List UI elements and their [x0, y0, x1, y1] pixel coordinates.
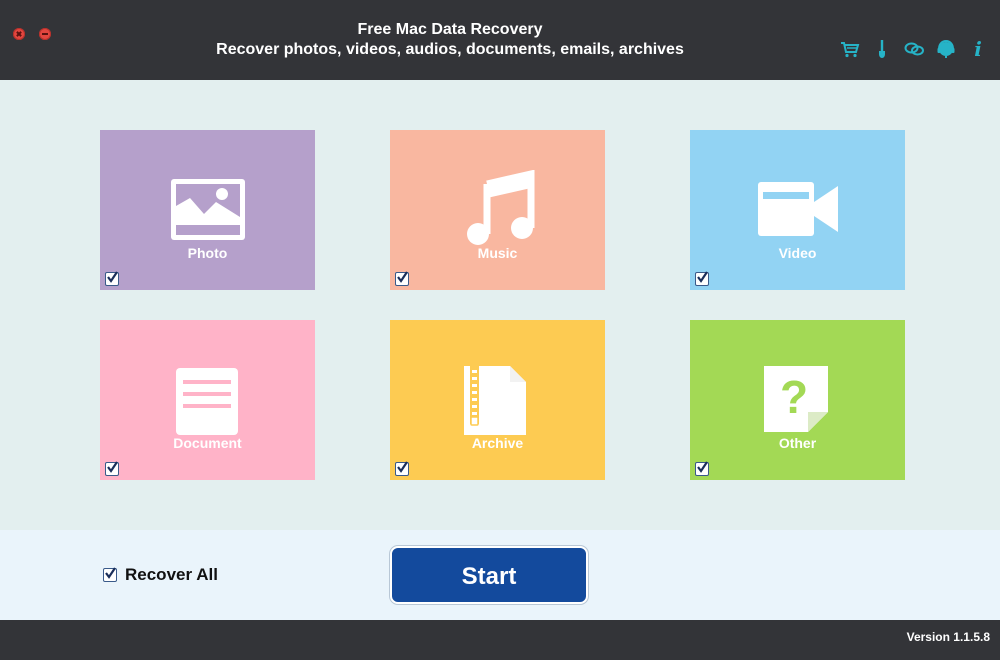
tile-video[interactable]: Video [690, 130, 905, 290]
support-icon[interactable] [936, 39, 956, 59]
tile-other[interactable]: ? Other [690, 320, 905, 480]
other-checkbox[interactable] [695, 461, 709, 476]
video-checkbox[interactable] [695, 271, 709, 286]
tile-label: Archive [471, 435, 524, 451]
document-icon [175, 368, 238, 435]
chat-icon[interactable] [904, 39, 924, 59]
window-title-block: Free Mac Data Recovery Recover photos, v… [0, 20, 900, 60]
app-subtitle: Recover photos, videos, audios, document… [216, 41, 684, 58]
photo-checkbox[interactable] [105, 271, 119, 286]
recover-all-option[interactable]: Recover All [103, 565, 218, 584]
tile-archive[interactable]: Archive [390, 320, 605, 480]
photo-icon [170, 179, 245, 240]
recover-all-checkbox[interactable] [103, 567, 117, 582]
question-file-icon: ? [763, 366, 828, 432]
app-title: Free Mac Data Recovery [357, 21, 543, 38]
status-bar: Version 1.1.5.8 [0, 620, 1000, 660]
recover-all-label: Recover All [125, 565, 218, 584]
document-checkbox[interactable] [105, 461, 119, 476]
svg-text:?: ? [779, 371, 807, 423]
version-label: Version 1.1.5.8 [906, 630, 990, 644]
toolbar: i [840, 38, 988, 60]
tile-label: Music [477, 245, 518, 261]
archive-checkbox[interactable] [395, 461, 409, 476]
info-icon[interactable]: i [968, 39, 988, 59]
brush-icon[interactable] [872, 39, 892, 59]
tile-label: Photo [187, 245, 228, 261]
music-checkbox[interactable] [395, 271, 409, 286]
title-bar: Free Mac Data Recovery Recover photos, v… [0, 0, 1000, 80]
tile-label: Video [778, 245, 817, 261]
start-button[interactable]: Start [390, 546, 588, 604]
tile-label: Other [778, 435, 817, 451]
tile-label: Document [173, 435, 242, 451]
tile-document[interactable]: Document [100, 320, 315, 480]
tile-photo[interactable]: Photo [100, 130, 315, 290]
music-icon [466, 170, 534, 245]
archive-icon [463, 366, 526, 435]
video-icon [757, 182, 838, 236]
cart-icon[interactable] [840, 39, 860, 59]
tile-music[interactable]: Music [390, 130, 605, 290]
